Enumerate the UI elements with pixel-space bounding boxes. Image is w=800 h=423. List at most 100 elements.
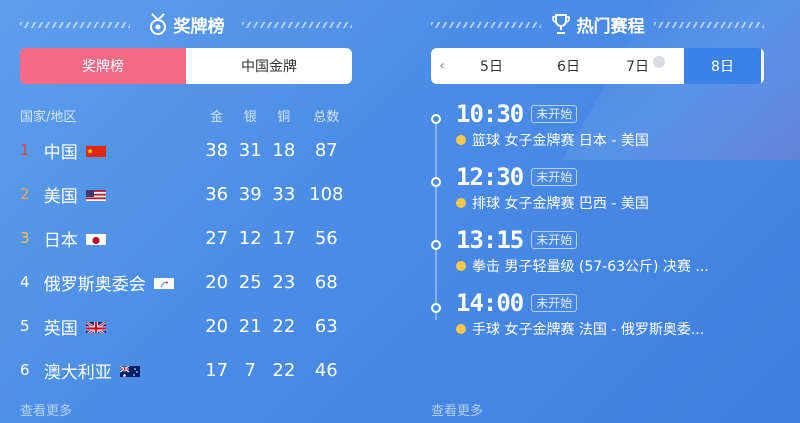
gold-count: 20 — [205, 271, 229, 293]
table-row[interactable]: 2 美国 36 39 33 108 — [20, 172, 352, 216]
medal-title: 奖牌榜 — [148, 12, 225, 37]
event-time: 14:00 — [456, 289, 524, 317]
date-tab-7[interactable]: 7日 — [607, 48, 684, 84]
total-count: 56 — [314, 227, 338, 249]
table-row[interactable]: 5 英国 20 21 22 63 — [20, 304, 352, 348]
list-item[interactable]: 12:30 未开始 排球 女子金牌赛 巴西 - 美国 — [431, 161, 764, 224]
flag-australia-icon — [119, 364, 140, 377]
medal-table-body: 1 中国 38 31 18 87 2 美国 36 39 33 108 3 日本 … — [20, 128, 352, 392]
bronze-count: 22 — [272, 359, 296, 381]
status-badge: 未开始 — [531, 168, 578, 186]
event-description: 拳击 男子轻量级 (57-63公斤) 决赛 ... — [472, 259, 709, 275]
bronze-count: 22 — [272, 315, 296, 337]
schedule-list: 10:30 未开始 篮球 女子金牌赛 日本 - 美国 12:30 未开始 排球 … — [431, 98, 764, 350]
event-time: 13:15 — [456, 226, 524, 254]
country-cell: 日本 — [44, 226, 200, 251]
table-row[interactable]: 1 中国 38 31 18 87 — [20, 128, 352, 172]
country-cell: 英国 — [44, 314, 200, 339]
total-count: 87 — [314, 139, 338, 161]
flag-uk-icon — [85, 320, 106, 333]
event-description: 篮球 女子金牌赛 日本 - 美国 — [472, 133, 649, 149]
gold-count: 38 — [205, 139, 229, 161]
date-label: 5日 — [480, 59, 503, 75]
schedule-more-link[interactable]: 查看更多 — [431, 400, 483, 419]
date-tab-5[interactable]: 5日 — [453, 48, 530, 84]
medal-tabs: 奖牌榜 中国金牌 — [20, 48, 352, 84]
trophy-icon — [551, 13, 571, 35]
medal-title-text: 奖牌榜 — [173, 16, 225, 37]
medal-icon — [148, 13, 168, 35]
date-label: 7日 — [626, 59, 649, 75]
medal-title-row: 奖牌榜 — [20, 0, 352, 48]
country-cell: 俄罗斯奥委会 — [44, 270, 200, 295]
bronze-count: 17 — [272, 227, 296, 249]
event-time: 10:30 — [456, 100, 524, 128]
header-total: 总数 — [313, 109, 340, 125]
rank-number: 6 — [20, 361, 30, 379]
silver-count: 25 — [238, 271, 262, 293]
schedule-title-text: 热门赛程 — [576, 16, 645, 37]
silver-count: 39 — [238, 183, 262, 205]
status-badge: 未开始 — [531, 105, 578, 123]
silver-count: 12 — [238, 227, 262, 249]
status-badge: 未开始 — [531, 231, 578, 249]
event-time-row: 10:30 未开始 — [456, 98, 764, 130]
timeline-dot — [431, 177, 441, 187]
total-count: 63 — [314, 315, 338, 337]
tab-china-gold[interactable]: 中国金牌 — [186, 48, 352, 84]
flag-usa-icon — [85, 188, 106, 201]
rank-number: 3 — [20, 229, 30, 247]
medal-more-link[interactable]: 查看更多 — [20, 400, 72, 419]
country-name: 澳大利亚 — [43, 362, 112, 383]
timeline-dot — [431, 303, 441, 313]
header-country: 国家/地区 — [20, 109, 77, 125]
timeline-dot — [431, 240, 441, 250]
event-marker — [456, 261, 466, 271]
date-label: 6日 — [557, 59, 580, 75]
event-description: 排球 女子金牌赛 巴西 - 美国 — [472, 196, 649, 212]
flag-roc-icon — [153, 276, 174, 289]
gold-count: 17 — [205, 359, 229, 381]
bronze-count: 18 — [272, 139, 296, 161]
gold-count: 20 — [205, 315, 229, 337]
silver-count: 7 — [244, 359, 256, 381]
country-cell: 中国 — [44, 138, 200, 163]
total-count: 68 — [314, 271, 338, 293]
medal-panel: 奖牌榜 奖牌榜 中国金牌 国家/地区 金 银 铜 总数 1 中国 38 31 1… — [20, 0, 352, 392]
tab-medal-table[interactable]: 奖牌榜 — [20, 48, 186, 84]
table-row[interactable]: 6 澳大利亚 17 7 22 46 — [20, 348, 352, 392]
event-desc-row: 篮球 女子金牌赛 日本 - 美国 — [456, 130, 764, 150]
silver-count: 21 — [238, 315, 262, 337]
country-name: 美国 — [43, 186, 78, 207]
date-tab-8[interactable]: 8日 — [684, 48, 761, 84]
table-row[interactable]: 4 俄罗斯奥委会 20 25 23 68 — [20, 260, 352, 304]
schedule-title-row: 热门赛程 — [431, 0, 764, 48]
event-marker — [456, 135, 466, 145]
header-gold: 金 — [210, 109, 224, 125]
event-time-row: 13:15 未开始 — [456, 224, 764, 256]
rank-number: 4 — [20, 273, 30, 291]
date-tab-6[interactable]: 6日 — [530, 48, 607, 84]
title-hatch-left — [431, 22, 541, 28]
rank-number: 5 — [20, 317, 30, 335]
bronze-count: 23 — [272, 271, 296, 293]
live-hint-icon — [652, 56, 665, 68]
list-item[interactable]: 14:00 未开始 手球 女子金牌赛 法国 - 俄罗斯奥委... — [431, 287, 764, 350]
event-desc-row: 排球 女子金牌赛 巴西 - 美国 — [456, 193, 764, 213]
bronze-count: 33 — [272, 183, 296, 205]
country-name: 中国 — [43, 142, 78, 163]
rank-number: 2 — [20, 185, 30, 203]
title-hatch-right — [242, 22, 352, 28]
gold-count: 36 — [205, 183, 229, 205]
rank-number: 1 — [20, 141, 30, 159]
event-desc-row: 拳击 男子轻量级 (57-63公斤) 决赛 ... — [456, 256, 764, 276]
chevron-left-icon[interactable]: ‹ — [431, 48, 453, 84]
table-row[interactable]: 3 日本 27 12 17 56 — [20, 216, 352, 260]
title-hatch-right — [654, 22, 764, 28]
header-bronze: 铜 — [277, 109, 291, 125]
list-item[interactable]: 13:15 未开始 拳击 男子轻量级 (57-63公斤) 决赛 ... — [431, 224, 764, 287]
list-item[interactable]: 10:30 未开始 篮球 女子金牌赛 日本 - 美国 — [431, 98, 764, 161]
flag-china-icon — [85, 144, 106, 157]
flag-japan-icon — [85, 232, 106, 245]
medal-table-header: 国家/地区 金 银 铜 总数 — [20, 102, 352, 128]
